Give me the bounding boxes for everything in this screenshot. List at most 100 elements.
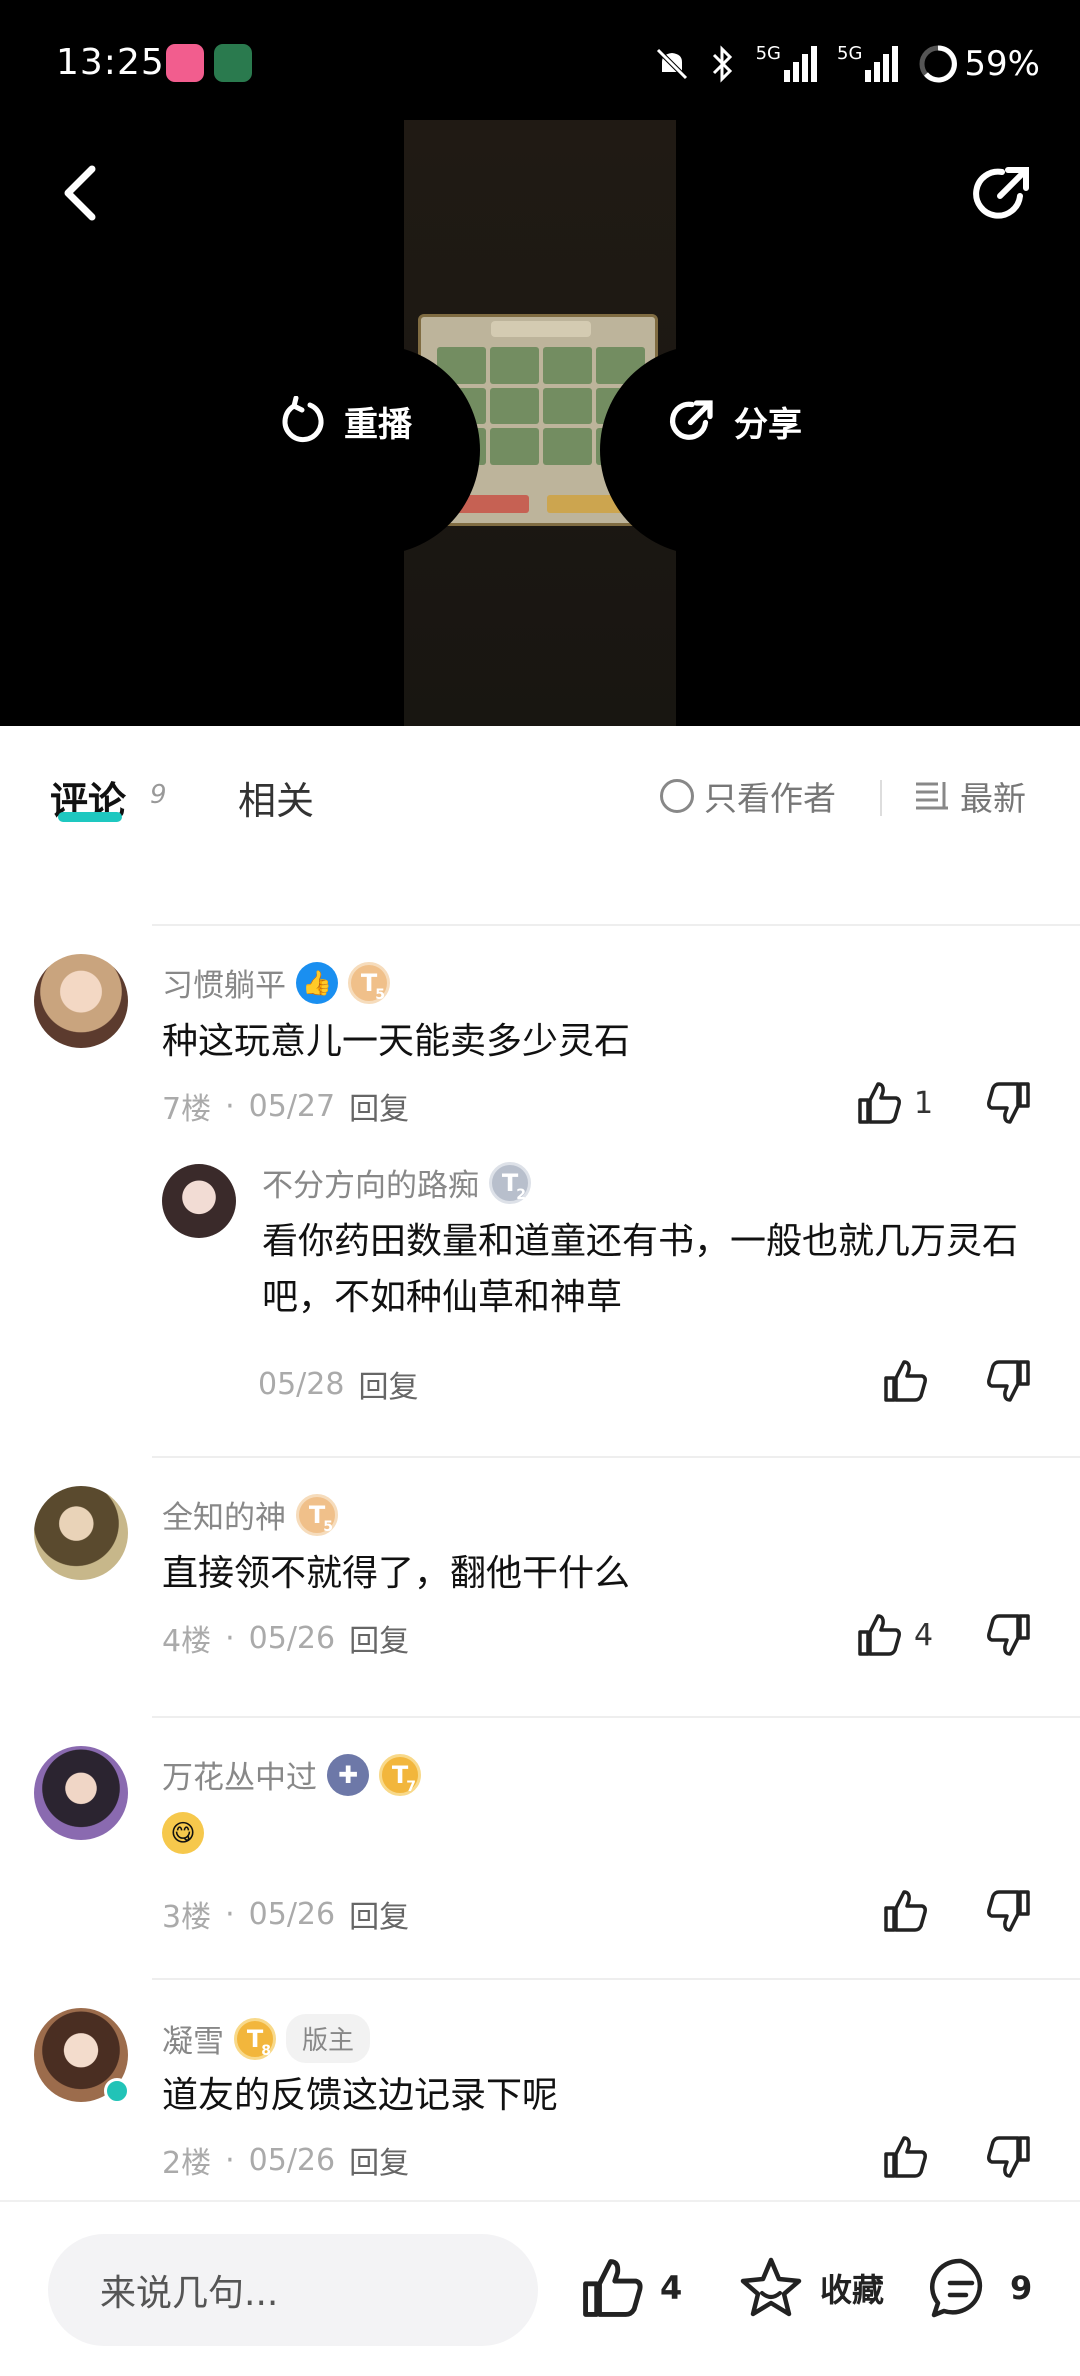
avatar[interactable] <box>34 1746 128 1840</box>
comment-actions <box>882 1888 1032 1934</box>
reply-link[interactable]: 回复 <box>349 2138 409 2182</box>
avatar[interactable] <box>34 2008 130 2104</box>
reply-content: 看你药田数量和道童还有书，一般也就几万灵石吧，不如种仙草和神草 <box>262 1221 1019 1318</box>
post-like-count: 4 <box>660 2269 683 2307</box>
share-top-button[interactable] <box>964 156 1040 232</box>
username[interactable]: 万花丛中过 <box>162 1752 317 1797</box>
like-button[interactable] <box>882 1888 986 1934</box>
thumbs-up-icon <box>858 1082 901 1124</box>
replay-label: 重播 <box>344 404 412 445</box>
replay-icon <box>282 396 324 443</box>
comment-user-line: 全知的神 T5 <box>162 1492 338 1537</box>
comments-count: 9 <box>150 780 167 810</box>
comment-content: 道友的反馈这边记录下呢 <box>162 2075 559 2116</box>
favorite-button[interactable]: 收藏 <box>738 2248 884 2328</box>
reply-link[interactable]: 回复 <box>358 1362 418 1406</box>
comment-content: 直接领不就得了，翻他干什么 <box>162 1553 631 1594</box>
comment-actions: 4 <box>856 1612 1032 1658</box>
comment-item: 凝雪 T8 版主 道友的反馈这边记录下呢 2楼 · 05/26 回复 <box>0 1978 1080 2200</box>
comment-meta: 4楼 · 05/26 回复 <box>162 1616 409 1660</box>
comment-date: 05/27 <box>248 1088 336 1124</box>
comment-date: 05/26 <box>248 2142 336 2178</box>
comment-item: 习惯躺平 👍 T5 种这玩意儿一天能卖多少灵石 7楼 · 05/27 回复 1 … <box>0 924 1080 1405</box>
avatar[interactable] <box>34 1486 128 1580</box>
like-button[interactable]: 1 <box>856 1080 986 1126</box>
status-icons: 5G 5G 59% <box>654 40 1040 88</box>
comment-input-placeholder: 来说几句... <box>100 2273 279 2314</box>
level-badge: T5 <box>296 1493 338 1536</box>
thumb-badge-icon: 👍 <box>296 961 338 1004</box>
username[interactable]: 习惯躺平 <box>162 960 286 1005</box>
thumbs-down-icon[interactable] <box>986 1358 1032 1404</box>
comment-floor: 2楼 <box>162 2146 212 2181</box>
replay-button[interactable]: 重播 <box>280 388 412 454</box>
thumbs-down-icon[interactable] <box>986 2134 1032 2180</box>
divider <box>880 780 882 816</box>
comment-count-button[interactable]: 9 <box>928 2248 1032 2328</box>
comment-user-line: 习惯躺平 👍 T5 <box>162 960 390 1005</box>
level-number: 5 <box>375 986 385 1003</box>
reply-meta: 05/28 回复 <box>258 1362 418 1406</box>
video-player[interactable]: 13:25 5G 5G 59% 重播 分享 <box>0 0 1080 726</box>
tab-active-indicator <box>58 812 122 822</box>
like-button[interactable] <box>882 2134 986 2180</box>
comment-date: 05/26 <box>248 1896 336 1932</box>
reply-user-line: 不分方向的路痴 T2 <box>262 1160 531 1205</box>
reply-link[interactable]: 回复 <box>349 1892 409 1936</box>
bottom-action-bar: 来说几句... 4 收藏 9 <box>0 2200 1080 2376</box>
reply-link[interactable]: 回复 <box>349 1084 409 1128</box>
meta-dot: · <box>225 1620 235 1656</box>
level-number: 7 <box>406 1778 416 1795</box>
avatar[interactable] <box>34 954 128 1048</box>
signal-icon: 5G <box>755 43 818 82</box>
verified-icon <box>104 2078 130 2104</box>
username[interactable]: 凝雪 <box>162 2016 224 2061</box>
comment-meta: 2楼 · 05/26 回复 <box>162 2138 409 2182</box>
thumbs-down-icon[interactable] <box>986 1612 1032 1658</box>
thumbs-up-icon <box>884 1890 927 1932</box>
thumbs-up-icon <box>884 1360 927 1402</box>
network-2: 5G <box>837 43 863 64</box>
sort-button[interactable]: 最新 <box>914 772 1026 820</box>
network-1: 5G <box>755 43 782 64</box>
comment-meta: 7楼 · 05/27 回复 <box>162 1084 409 1128</box>
status-time: 13:25 <box>56 42 165 83</box>
like-button[interactable]: 4 <box>856 1612 986 1658</box>
level-badge: T8 <box>234 2017 276 2060</box>
reply-avatar[interactable] <box>162 1164 236 1238</box>
emoji-sticker-icon: 😋 <box>162 1812 204 1854</box>
gamepad-badge-icon: ✚ <box>327 1753 369 1796</box>
comment-count: 9 <box>1010 2269 1033 2307</box>
comment-date: 05/26 <box>248 1620 336 1656</box>
post-like-button[interactable]: 4 <box>580 2248 682 2328</box>
comment-input[interactable]: 来说几句... <box>48 2234 538 2346</box>
comment-user-line: 凝雪 T8 版主 <box>162 2014 371 2063</box>
level-number: 2 <box>516 1186 526 1203</box>
back-button[interactable] <box>50 158 110 228</box>
status-bar: 13:25 5G 5G 59% <box>0 0 1080 130</box>
game-app-icon <box>214 44 252 82</box>
mute-icon <box>655 48 688 80</box>
thumbs-down-icon[interactable] <box>986 1888 1032 1934</box>
sort-label: 最新 <box>960 779 1026 818</box>
comment-content: 种这玩意儿一天能卖多少灵石 <box>162 1021 631 1062</box>
tab-related[interactable]: 相关 <box>238 770 314 825</box>
thumbs-down-icon[interactable] <box>986 1080 1032 1126</box>
like-count: 4 <box>914 1617 934 1653</box>
favorite-label: 收藏 <box>820 2271 885 2309</box>
comment-floor: 7楼 <box>162 1092 212 1127</box>
share-label: 分享 <box>734 404 802 445</box>
like-button[interactable] <box>882 1358 986 1404</box>
username[interactable]: 不分方向的路痴 <box>262 1160 479 1205</box>
share-icon <box>973 167 1029 219</box>
comment-item: 全知的神 T5 直接领不就得了，翻他干什么 4楼 · 05/26 回复 4 <box>0 1456 1080 1716</box>
comment-user-line: 万花丛中过 ✚ T7 <box>162 1752 421 1797</box>
reply-date: 05/28 <box>258 1366 345 1402</box>
comment-list[interactable]: 习惯躺平 👍 T5 种这玩意儿一天能卖多少灵石 7楼 · 05/27 回复 1 … <box>0 860 1080 2200</box>
author-only-toggle[interactable]: 只看作者 <box>660 772 836 820</box>
comment-floor: 3楼 <box>162 1900 212 1935</box>
reply-link[interactable]: 回复 <box>349 1616 409 1660</box>
username[interactable]: 全知的神 <box>162 1492 286 1537</box>
radio-icon <box>660 779 694 813</box>
share-button[interactable]: 分享 <box>668 388 802 454</box>
